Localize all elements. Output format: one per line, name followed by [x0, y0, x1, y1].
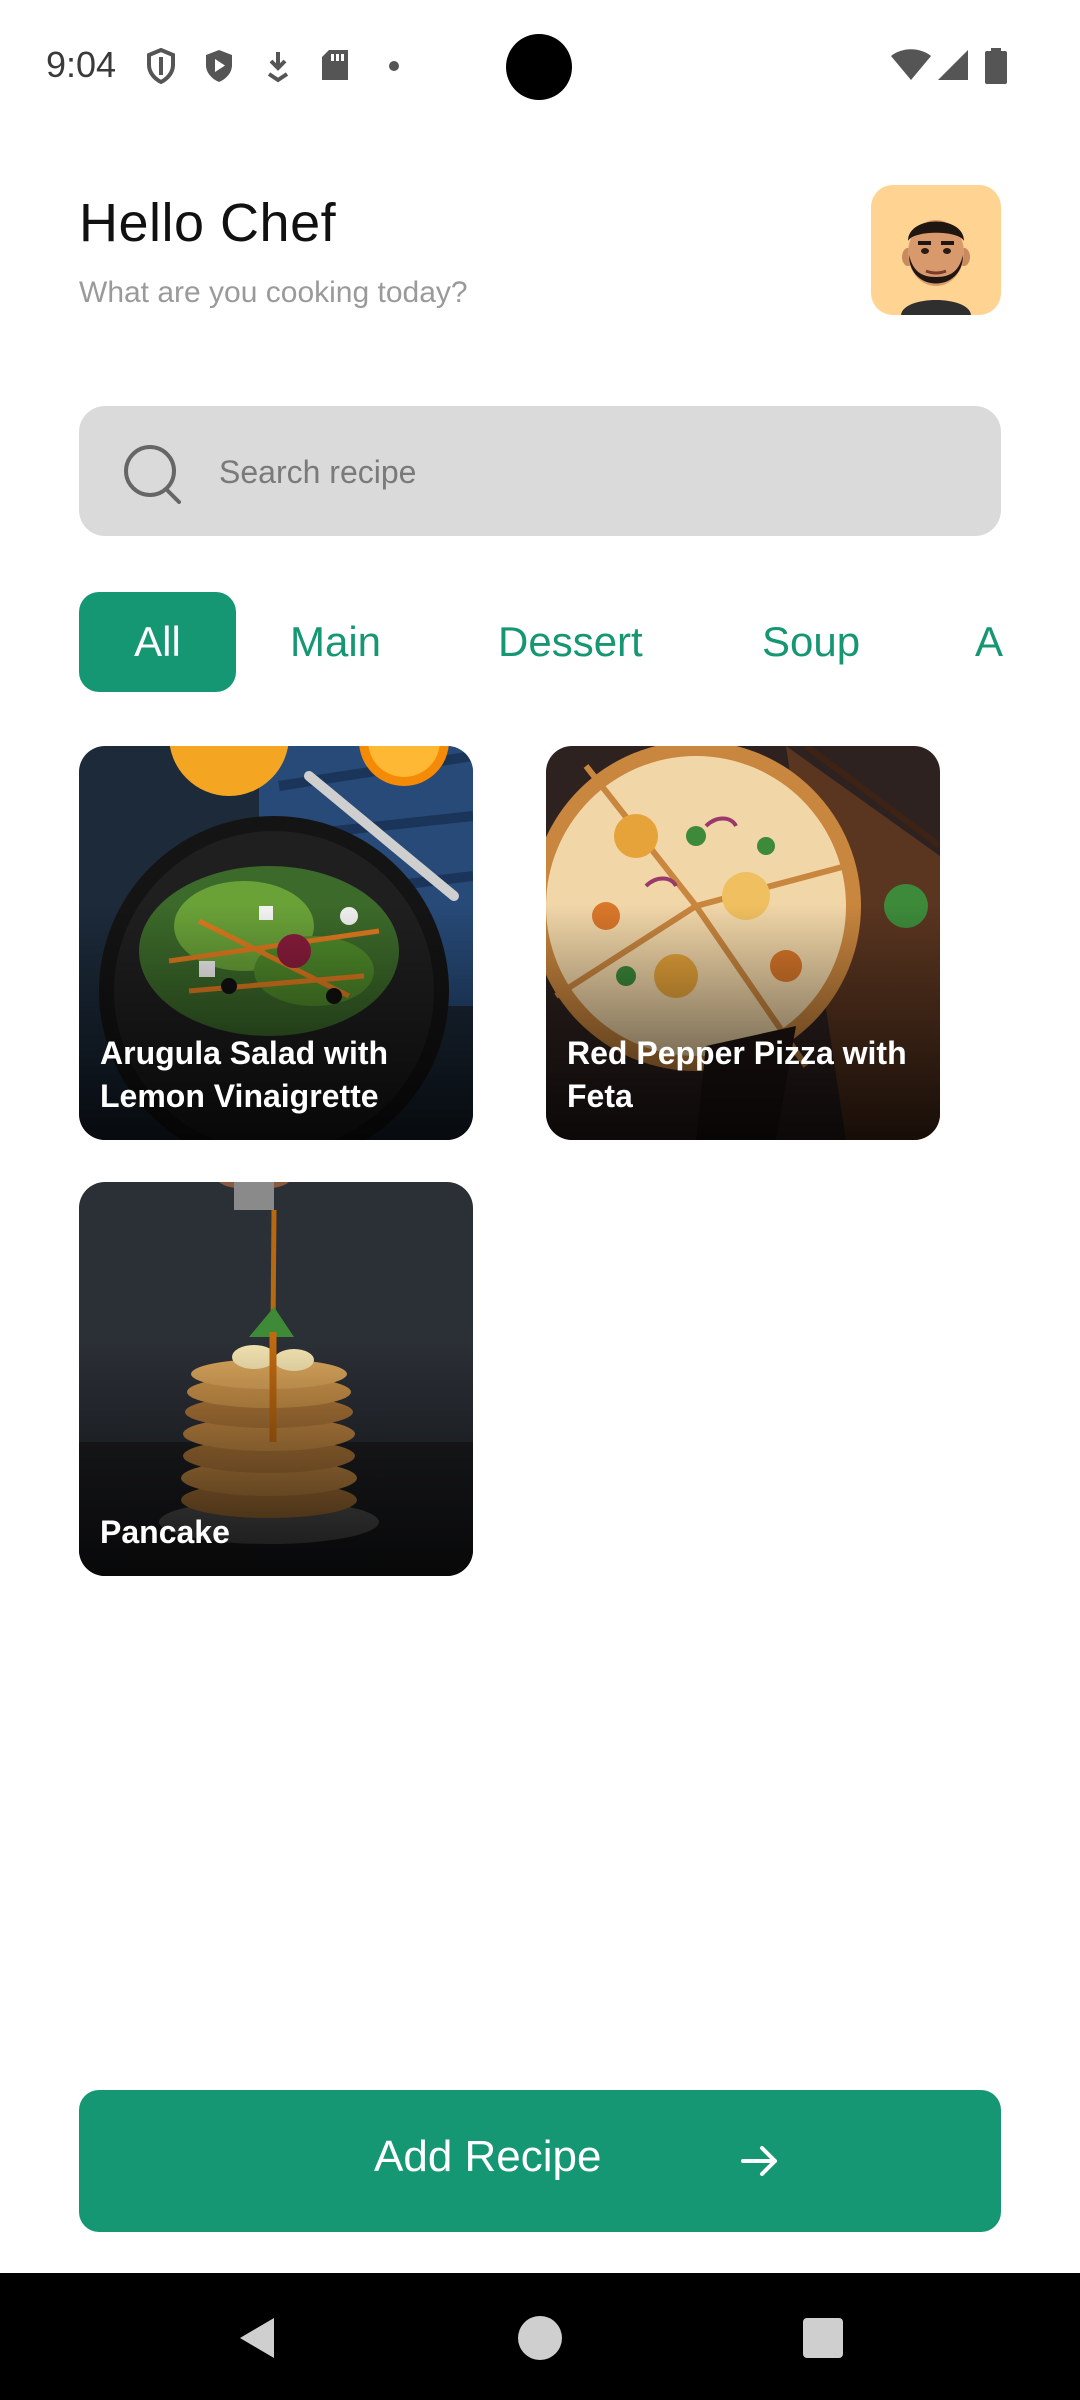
tab-soup[interactable]: Soup [762, 592, 860, 692]
download-icon [267, 52, 289, 83]
tab-main[interactable]: Main [290, 592, 381, 692]
search-input[interactable] [217, 406, 961, 538]
tab-all[interactable]: All [79, 592, 236, 692]
home-icon[interactable] [517, 2315, 563, 2361]
recipe-title: Red Pepper Pizza with Feta [567, 1035, 907, 1114]
avatar[interactable] [871, 185, 1001, 315]
wifi-icon [891, 49, 931, 80]
dot-icon [389, 61, 399, 71]
back-icon[interactable] [236, 2316, 276, 2360]
status-bar: 9:04 [0, 0, 1080, 132]
battery-icon [985, 48, 1007, 84]
greeting-subtitle: What are you cooking today? [79, 276, 468, 309]
camera-cutout [506, 34, 572, 100]
add-recipe-button[interactable]: Add Recipe [79, 2090, 1001, 2232]
add-recipe-label: Add Recipe [374, 2132, 602, 2181]
play-shield-icon [206, 50, 232, 82]
system-nav-bar [0, 2273, 1080, 2400]
sd-card-icon [322, 50, 348, 80]
search-icon [124, 445, 181, 504]
arrow-right-icon [741, 2146, 777, 2176]
recents-icon[interactable] [802, 2317, 844, 2359]
tab-dessert[interactable]: Dessert [498, 592, 643, 692]
shield-icon [147, 48, 175, 84]
signal-icon [938, 50, 968, 80]
recipe-card-salad[interactable]: Arugula Salad with Lemon Vinaigrette [79, 746, 473, 1140]
category-tabs: All Main Dessert Soup A [0, 592, 1080, 692]
status-time: 9:04 [46, 44, 117, 85]
recipe-title: Pancake [100, 1514, 230, 1550]
tab-more[interactable]: A [975, 592, 1003, 692]
recipe-card-pizza[interactable]: Red Pepper Pizza with Feta [546, 746, 940, 1140]
memoji-avatar-icon [901, 220, 971, 315]
greeting-title: Hello Chef [79, 193, 337, 253]
recipe-card-pancake[interactable]: Pancake [79, 1182, 473, 1576]
recipe-title: Arugula Salad with Lemon Vinaigrette [100, 1035, 389, 1114]
search-bar[interactable] [79, 406, 1001, 538]
